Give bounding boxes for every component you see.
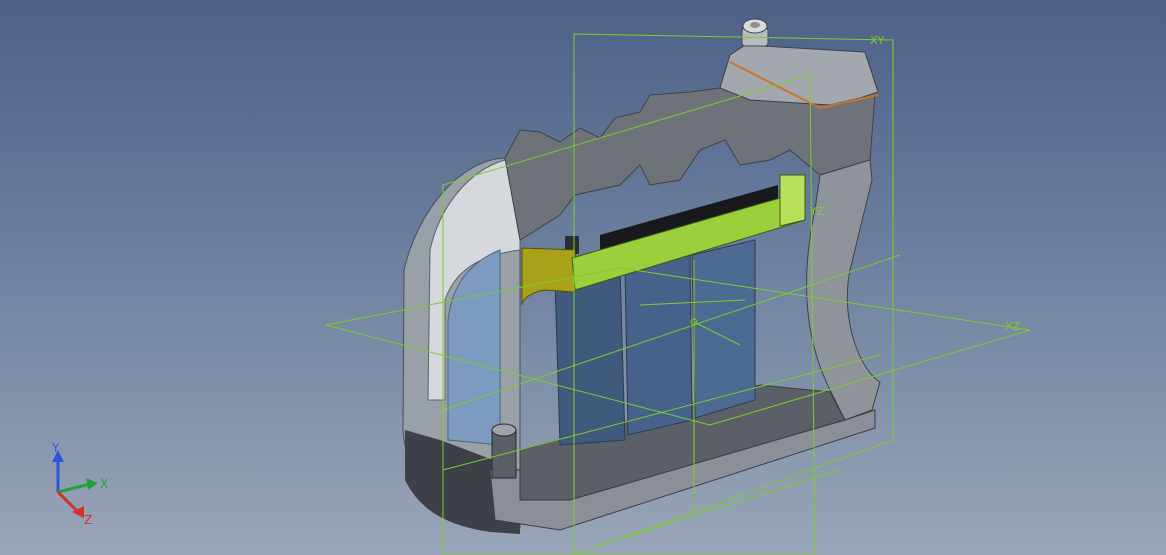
x-axis-arrow [57, 482, 91, 494]
z-axis-arrow [56, 490, 80, 514]
window-panel-left [554, 269, 626, 446]
locating-pin[interactable] [491, 423, 517, 479]
coordinate-triad[interactable]: Y X Z [51, 441, 108, 527]
y-axis-label: Y [51, 441, 60, 455]
xy-plane-label: XY [870, 34, 885, 47]
3d-viewport[interactable]: XY YZ XZ Y X Z [0, 0, 1166, 555]
highlighted-bar-end [779, 174, 806, 227]
z-axis-label: Z [84, 513, 92, 527]
right-side-wall [806, 159, 881, 421]
section-model[interactable] [402, 18, 881, 534]
top-flange [719, 44, 879, 106]
x-arrowhead-icon [86, 478, 98, 490]
window-panel-right [691, 239, 756, 419]
bolt[interactable] [741, 18, 769, 47]
x-axis-label: X [100, 477, 108, 491]
xz-plane-label: XZ [1005, 320, 1021, 333]
yz-plane-label: YZ [809, 205, 825, 218]
